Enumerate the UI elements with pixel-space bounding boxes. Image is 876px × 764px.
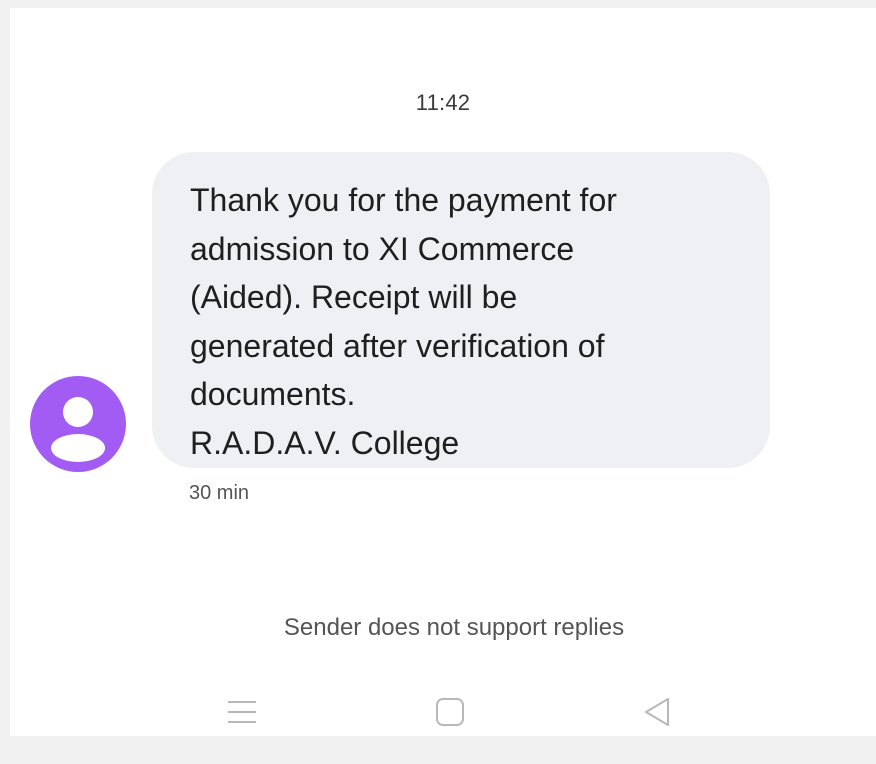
conversation-timestamp: 11:42 [415, 90, 471, 115]
home-icon [436, 698, 464, 726]
message-time: 30 min [189, 482, 250, 504]
menu-icon [228, 701, 256, 723]
no-reply-notice: Sender does not support replies [283, 614, 625, 641]
person-icon [51, 397, 105, 462]
message-screen: 11:42 Thank you for the payment for admi… [10, 8, 876, 736]
message-text: Thank you for the payment for admission … [190, 182, 617, 461]
message-bubble[interactable]: Thank you for the payment for admission … [152, 152, 770, 468]
nav-menu-button[interactable] [214, 688, 270, 736]
back-icon [645, 698, 669, 726]
nav-back-button[interactable] [630, 688, 686, 736]
nav-home-button[interactable] [422, 688, 478, 736]
navigation-bar [10, 688, 876, 736]
sender-avatar[interactable] [30, 376, 126, 472]
